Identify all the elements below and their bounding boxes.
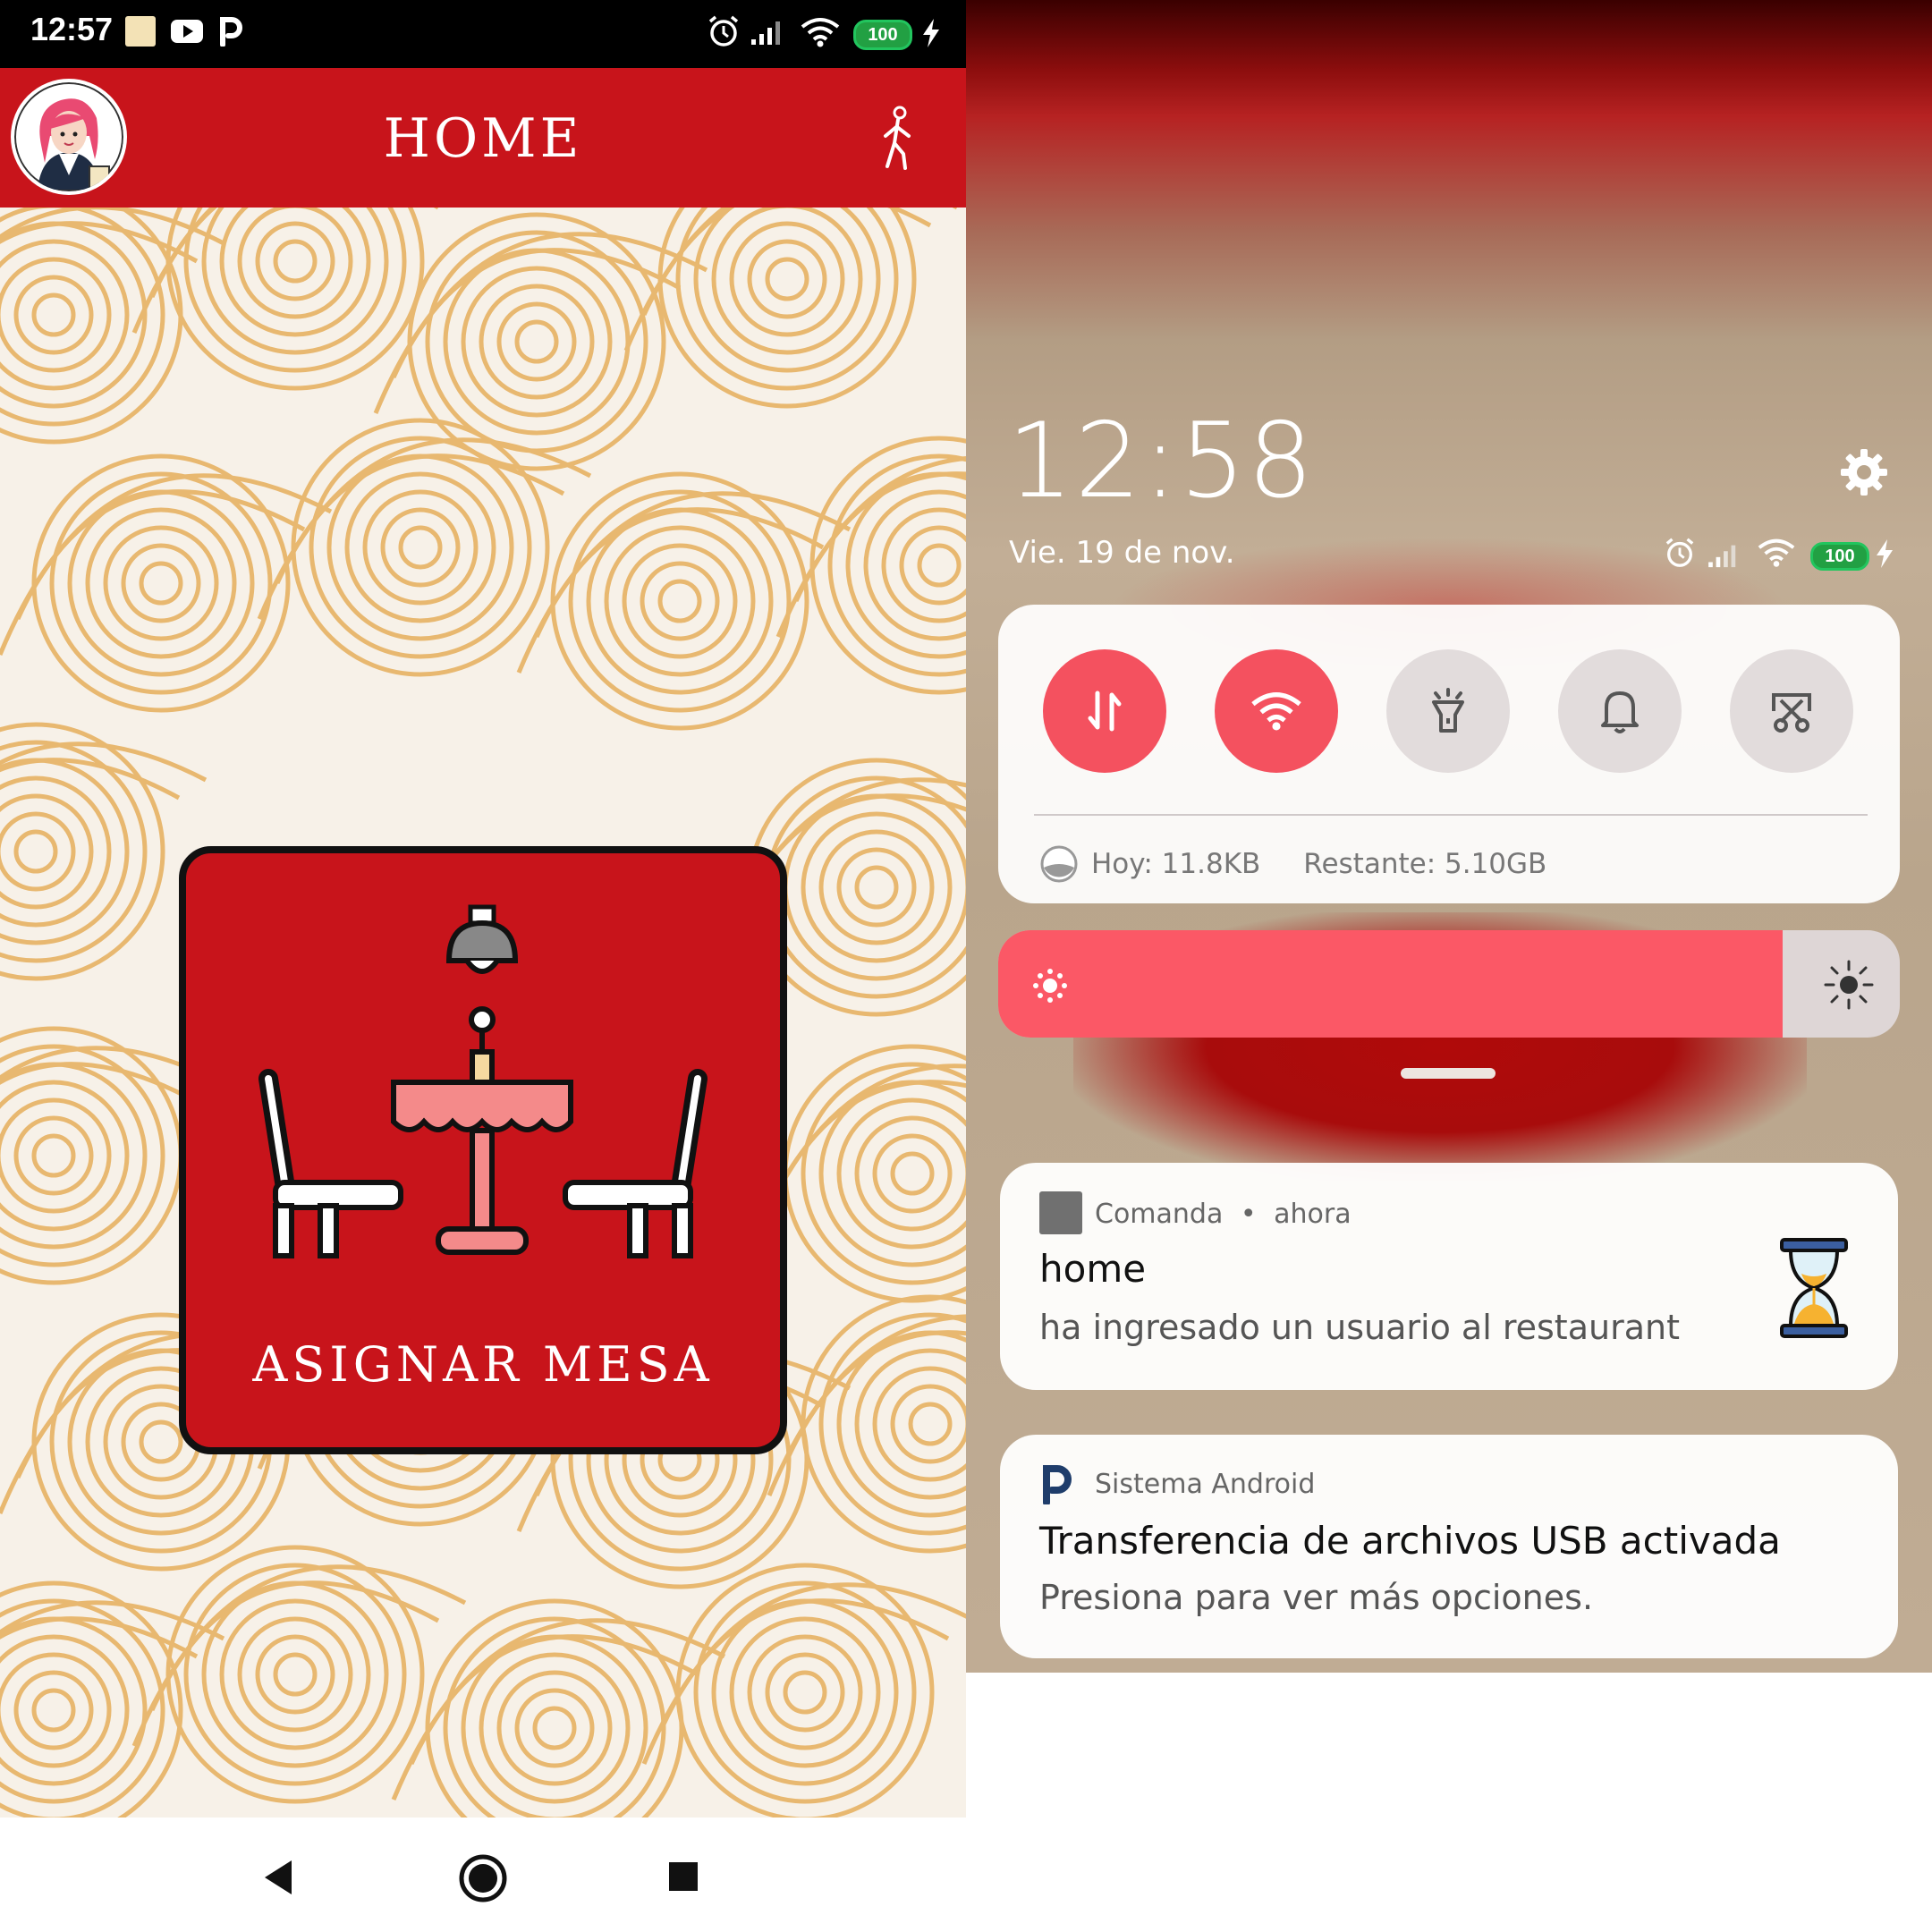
wave-background: ASIGNAR MESA (0, 208, 966, 1818)
notification-text: ha ingresado un usuario al restaurant (1039, 1308, 1680, 1347)
data-today: Hoy: 11.8KB (1091, 848, 1261, 880)
status-bar: 12:57 100 (0, 0, 966, 68)
brightness-slider[interactable] (998, 930, 1900, 1038)
notification-shade: 12:58 Vie. 19 de nov. 100 Hoy: 11.8KB Re… (966, 0, 1932, 1673)
notification-meta: Comanda • ahora (1095, 1199, 1352, 1230)
home-icon[interactable] (458, 1853, 508, 1903)
charging-icon (923, 19, 939, 47)
notification-app-name: Sistema Android (1095, 1469, 1316, 1500)
toggle-mobile-data[interactable] (1043, 649, 1166, 773)
mobile-data-icon (1088, 691, 1122, 732)
toggle-wifi[interactable] (1215, 649, 1338, 773)
navigation-bar (0, 1818, 966, 1932)
wifi-icon (801, 18, 840, 47)
screenshot-scissors-icon (1772, 693, 1811, 733)
p-app-icon (220, 17, 242, 47)
toggle-flashlight[interactable] (1386, 649, 1510, 773)
notification-usb[interactable]: Sistema Android Transferencia de archivo… (1000, 1435, 1898, 1658)
wifi-icon (1251, 692, 1301, 731)
app-notification-icon (125, 16, 156, 47)
youtube-icon (171, 20, 203, 43)
wifi-icon (1758, 538, 1795, 567)
assign-table-label: ASIGNAR MESA (252, 1336, 714, 1393)
brightness-high-icon (1824, 960, 1874, 1010)
brightness-low-icon (1033, 969, 1067, 1003)
notification-title: home (1039, 1247, 1147, 1291)
recents-icon[interactable] (667, 1860, 699, 1893)
page-title: HOME (383, 107, 583, 170)
hourglass-icon (1780, 1238, 1848, 1338)
battery-indicator: 100 (853, 20, 912, 50)
data-usage-row[interactable]: Hoy: 11.8KB Restante: 5.10GB (1039, 844, 1546, 884)
assign-table-card[interactable]: ASIGNAR MESA (179, 846, 787, 1454)
notification-title: Transferencia de archivos USB activada (1039, 1519, 1781, 1563)
dining-table-icon (258, 904, 708, 1258)
qs-divider (1034, 814, 1868, 816)
notification-app-name: Comanda (1095, 1199, 1224, 1230)
back-icon[interactable] (261, 1859, 297, 1896)
settings-gear-icon[interactable] (1839, 447, 1889, 497)
notification-text: Presiona para ver más opciones. (1039, 1578, 1594, 1617)
signal-icon (751, 21, 780, 45)
charging-icon (1877, 539, 1893, 568)
p-app-icon (1043, 1465, 1072, 1504)
toggle-screenshot[interactable] (1730, 649, 1853, 773)
expand-handle[interactable] (1401, 1068, 1496, 1079)
app-bar: HOME (0, 68, 966, 208)
status-time: 12:57 (30, 11, 114, 47)
flashlight-icon (1432, 688, 1464, 733)
data-usage-icon (1040, 845, 1078, 883)
notification-time: ahora (1274, 1199, 1352, 1230)
left-phone-screen: 12:57 100 HOME ASIGNAR MESA (0, 0, 966, 1932)
bell-icon (1601, 691, 1639, 733)
shade-date: Vie. 19 de nov. (1009, 535, 1235, 571)
shade-clock: 12:58 (1007, 401, 1316, 521)
alarm-icon (708, 15, 739, 47)
alarm-icon (1665, 538, 1694, 567)
data-remaining: Restante: 5.10GB (1303, 848, 1547, 880)
quick-settings-panel: Hoy: 11.8KB Restante: 5.10GB (998, 605, 1900, 903)
battery-indicator: 100 (1810, 542, 1869, 571)
comanda-app-icon (1039, 1191, 1082, 1234)
toggle-sound[interactable] (1558, 649, 1682, 773)
signal-icon (1708, 545, 1736, 568)
notification-comanda[interactable]: Comanda • ahora home ha ingresado un usu… (1000, 1163, 1898, 1390)
walking-person-icon[interactable] (868, 104, 930, 175)
brightness-fill (998, 930, 1783, 1038)
